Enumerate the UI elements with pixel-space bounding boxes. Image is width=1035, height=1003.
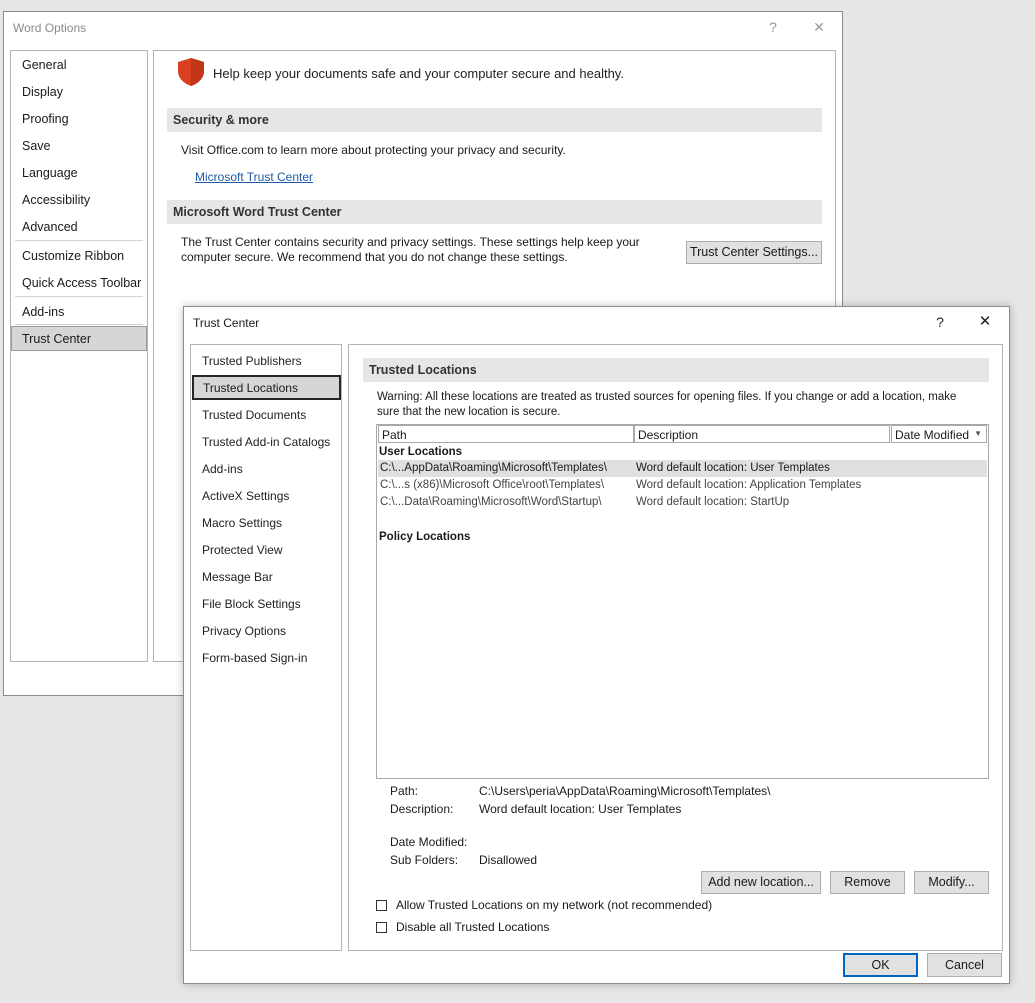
nav-item-language[interactable]: Language: [22, 166, 78, 180]
table-row[interactable]: C:\...AppData\Roaming\Microsoft\Template…: [378, 460, 987, 477]
nav-item-proofing[interactable]: Proofing: [22, 112, 69, 126]
detail-subfolders-value: Disallowed: [479, 853, 538, 867]
button-label: Trust Center Settings...: [689, 245, 819, 259]
column-label: Path: [382, 428, 407, 442]
nav-item-display[interactable]: Display: [22, 85, 63, 99]
security-more-header: Security & more: [167, 108, 822, 132]
detail-subfolders-label: Sub Folders:: [390, 853, 459, 867]
tc-nav-privacy-options[interactable]: Privacy Options: [202, 624, 286, 638]
word-options-titlebar: Word Options ? ✕: [4, 12, 842, 42]
tc-nav-message-bar[interactable]: Message Bar: [202, 570, 273, 584]
allow-network-label[interactable]: Allow Trusted Locations on my network (n…: [396, 898, 712, 912]
nav-item-quick-access-toolbar[interactable]: Quick Access Toolbar: [22, 276, 141, 290]
nav-divider: [15, 296, 143, 297]
ok-button[interactable]: OK: [843, 953, 918, 977]
add-new-location-button[interactable]: Add new location...: [701, 871, 821, 894]
close-icon[interactable]: ✕: [974, 311, 996, 333]
button-label: Add new location...: [708, 875, 814, 889]
nav-item-trust-center[interactable]: Trust Center: [11, 326, 147, 351]
help-icon[interactable]: ?: [762, 16, 784, 38]
group-user-locations: User Locations: [379, 446, 463, 458]
trust-center-description-line2: computer secure. We recommend that you d…: [181, 250, 568, 264]
trust-center-settings-button[interactable]: Trust Center Settings...: [686, 241, 822, 264]
section-title: Microsoft Word Trust Center: [173, 205, 342, 219]
tc-nav-protected-view[interactable]: Protected View: [202, 543, 283, 557]
row-description: Word default location: Application Templ…: [636, 479, 862, 491]
detail-description-value: Word default location: User Templates: [479, 802, 682, 816]
remove-button[interactable]: Remove: [830, 871, 905, 894]
security-banner: Help keep your documents safe and your c…: [213, 66, 624, 81]
trust-center-titlebar: Trust Center ? ✕: [184, 307, 1009, 337]
tc-nav-trusted-add-in-catalogs[interactable]: Trusted Add-in Catalogs: [202, 435, 330, 449]
microsoft-trust-center-link[interactable]: Microsoft Trust Center: [195, 170, 313, 184]
button-label: Cancel: [945, 958, 984, 972]
disable-all-label[interactable]: Disable all Trusted Locations: [396, 920, 549, 934]
cancel-button[interactable]: Cancel: [927, 953, 1002, 977]
detail-description-label: Description:: [390, 802, 454, 816]
detail-path-value: C:\Users\peria\AppData\Roaming\Microsoft…: [479, 784, 771, 798]
nav-item-save[interactable]: Save: [22, 139, 51, 153]
table-row[interactable]: C:\...Data\Roaming\Microsoft\Word\Startu…: [378, 494, 987, 511]
nav-divider: [15, 240, 143, 241]
table-row[interactable]: C:\...s (x86)\Microsoft Office\root\Temp…: [378, 477, 987, 494]
tc-nav-file-block-settings[interactable]: File Block Settings: [202, 597, 301, 611]
disable-all-checkbox[interactable]: [376, 922, 387, 933]
column-label: Date Modified: [895, 428, 970, 442]
tc-nav-label: Trusted Locations: [203, 381, 298, 395]
row-description: Word default location: User Templates: [636, 462, 830, 474]
warning-line1: Warning: All these locations are treated…: [377, 391, 957, 403]
nav-item-advanced[interactable]: Advanced: [22, 220, 78, 234]
column-label: Description: [638, 428, 699, 442]
help-icon[interactable]: ?: [929, 311, 951, 333]
tc-nav-activex-settings[interactable]: ActiveX Settings: [202, 489, 289, 503]
tc-nav-trusted-locations[interactable]: Trusted Locations: [192, 375, 341, 400]
nav-item-accessibility[interactable]: Accessibility: [22, 193, 90, 207]
row-path: C:\...Data\Roaming\Microsoft\Word\Startu…: [380, 496, 602, 508]
detail-path-label: Path:: [390, 784, 419, 798]
column-header-path[interactable]: Path: [378, 425, 634, 443]
row-path: C:\...AppData\Roaming\Microsoft\Template…: [380, 462, 607, 474]
trust-center-nav: Trusted Publishers Trusted Locations Tru…: [190, 344, 342, 951]
tc-nav-form-based-sign-in[interactable]: Form-based Sign-in: [202, 651, 307, 665]
allow-network-checkbox[interactable]: [376, 900, 387, 911]
modify-button[interactable]: Modify...: [914, 871, 989, 894]
trust-center-dialog: Trust Center ? ✕ Trusted Publishers Trus…: [183, 306, 1010, 984]
trust-center-title: Trust Center: [193, 316, 260, 330]
button-label: Modify...: [928, 875, 975, 889]
row-description: Word default location: StartUp: [636, 496, 790, 508]
nav-divider: [15, 324, 143, 325]
nav-item-general[interactable]: General: [22, 58, 66, 72]
group-policy-locations: Policy Locations: [379, 531, 471, 543]
tc-nav-trusted-documents[interactable]: Trusted Documents: [202, 408, 306, 422]
row-path: C:\...s (x86)\Microsoft Office\root\Temp…: [380, 479, 605, 491]
close-icon[interactable]: ✕: [808, 16, 830, 38]
word-options-title: Word Options: [13, 21, 87, 35]
warning-line2: sure that the new location is secure.: [377, 406, 561, 418]
nav-item-label: Trust Center: [22, 332, 92, 346]
tc-nav-trusted-publishers[interactable]: Trusted Publishers: [202, 354, 302, 368]
section-title: Trusted Locations: [369, 363, 477, 377]
trusted-locations-list[interactable]: Path Description Date Modified ▼ User Lo…: [376, 424, 989, 779]
trusted-locations-header: Trusted Locations: [363, 358, 989, 382]
nav-item-customize-ribbon[interactable]: Customize Ribbon: [22, 249, 124, 263]
detail-date-label: Date Modified:: [390, 835, 468, 849]
button-label: OK: [871, 958, 890, 972]
nav-item-add-ins[interactable]: Add-ins: [22, 305, 64, 319]
sort-dropdown-icon: ▼: [974, 429, 982, 438]
button-label: Remove: [844, 875, 891, 889]
word-options-nav: General Display Proofing Save Language A…: [10, 50, 148, 662]
trust-center-header: Microsoft Word Trust Center: [167, 200, 822, 224]
section-title: Security & more: [173, 113, 269, 127]
security-description: Visit Office.com to learn more about pro…: [181, 143, 566, 157]
column-header-description[interactable]: Description: [634, 425, 890, 443]
tc-nav-add-ins[interactable]: Add-ins: [202, 462, 243, 476]
tc-nav-macro-settings[interactable]: Macro Settings: [202, 516, 282, 530]
trust-center-description-line1: The Trust Center contains security and p…: [181, 235, 640, 249]
shield-icon: [177, 57, 205, 90]
trust-center-content: Trusted Locations Warning: All these loc…: [348, 344, 1003, 951]
column-header-date-modified[interactable]: Date Modified ▼: [891, 425, 987, 443]
